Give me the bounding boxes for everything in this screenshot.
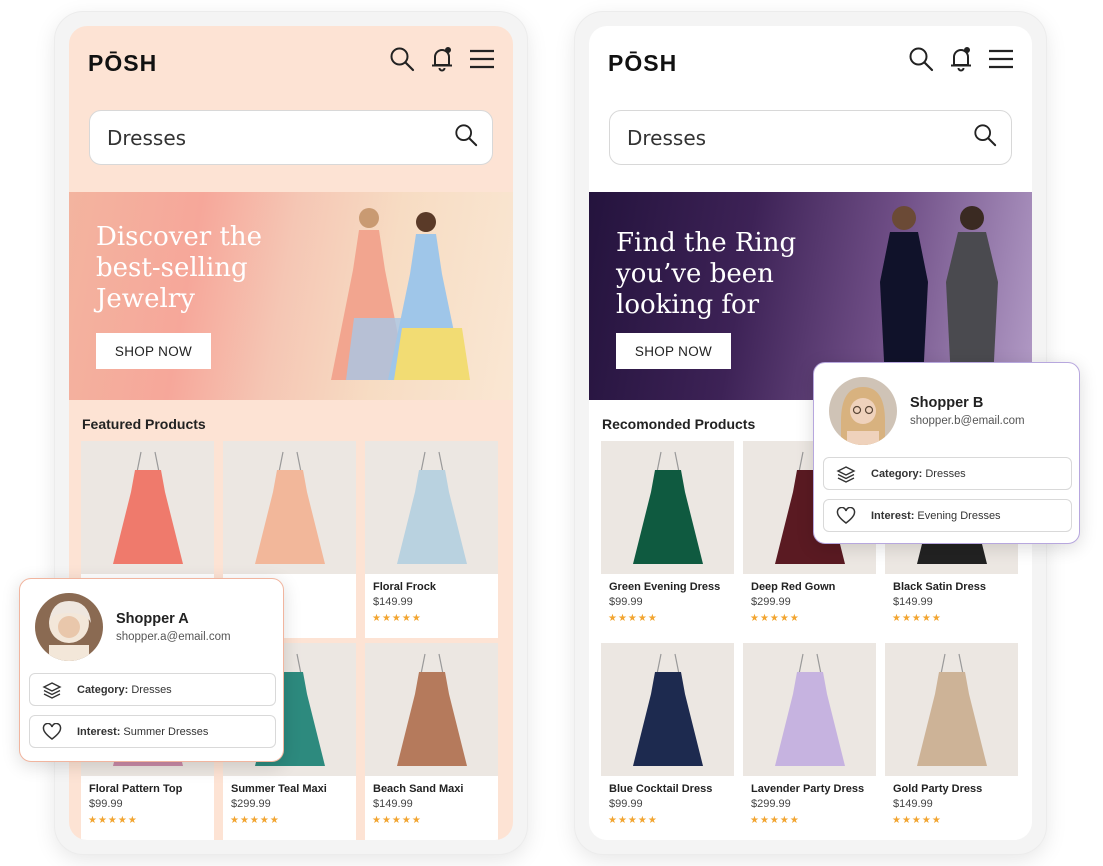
layers-icon <box>836 464 856 484</box>
category-tag: Category: Dresses <box>823 457 1072 490</box>
rating-stars: ★★★★★ <box>892 613 942 624</box>
section-title: Featured Products <box>82 416 206 432</box>
category-value: Dresses <box>925 467 966 480</box>
hero-models-image <box>331 208 470 380</box>
shop-now-button[interactable]: SHOP NOW <box>616 333 731 369</box>
product-price: $149.99 <box>893 798 933 810</box>
search-bar[interactable]: Dresses <box>609 110 1012 165</box>
avatar <box>829 377 897 445</box>
heart-icon <box>836 506 856 526</box>
product-image[interactable] <box>223 441 356 574</box>
product-price: $149.99 <box>893 596 933 608</box>
product-name[interactable]: Deep Red Gown <box>751 581 835 593</box>
product-image[interactable] <box>885 643 1018 776</box>
product-price: $299.99 <box>231 798 271 810</box>
product-price: $99.99 <box>609 596 643 608</box>
interest-value: Evening Dresses <box>917 509 1001 522</box>
interest-value: Summer Dresses <box>123 725 209 738</box>
shopper-name: Shopper B <box>910 395 984 411</box>
product-card[interactable]: Beach Sand Maxi $149.99 ★★★★★ <box>365 643 498 840</box>
product-price: $99.99 <box>89 798 123 810</box>
product-image[interactable] <box>601 441 734 574</box>
rating-stars: ★★★★★ <box>750 815 800 826</box>
product-name[interactable]: Floral Frock <box>373 581 436 593</box>
product-card[interactable]: Floral Frock $149.99 ★★★★★ <box>365 441 498 638</box>
product-name[interactable]: Summer Teal Maxi <box>231 783 327 795</box>
product-card[interactable]: Green Evening Dress $99.99 ★★★★★ <box>601 441 734 638</box>
shopper-email: shopper.a@email.com <box>116 631 231 643</box>
product-name[interactable]: Beach Sand Maxi <box>373 783 463 795</box>
product-name[interactable]: Lavender Party Dress <box>751 783 864 795</box>
interest-tag: Interest: Evening Dresses <box>823 499 1072 532</box>
menu-icon[interactable] <box>988 46 1014 72</box>
search-bar[interactable]: Dresses <box>89 110 493 165</box>
product-image[interactable] <box>743 643 876 776</box>
shopper-name: Shopper A <box>116 611 189 627</box>
rating-stars: ★★★★★ <box>892 815 942 826</box>
shopper-profile-card: Shopper B shopper.b@email.com Category: … <box>813 362 1080 544</box>
brand-logo[interactable]: PŌSH <box>608 50 677 77</box>
shopper-email: shopper.b@email.com <box>910 415 1025 427</box>
shop-now-button[interactable]: SHOP NOW <box>96 333 211 369</box>
avatar <box>35 593 103 661</box>
heart-icon <box>42 722 62 742</box>
layers-icon <box>42 680 62 700</box>
hero-banner: Discover the best-selling Jewelry SHOP N… <box>69 192 513 400</box>
product-name[interactable]: Floral Pattern Top <box>89 783 182 795</box>
section-title: Recomonded Products <box>602 416 756 432</box>
product-name[interactable]: Green Evening Dress <box>609 581 720 593</box>
hero-title: Discover the best-selling Jewelry <box>96 222 263 314</box>
header-actions <box>389 46 495 72</box>
product-image[interactable] <box>81 441 214 574</box>
rating-stars: ★★★★★ <box>372 613 422 624</box>
product-name[interactable]: Gold Party Dress <box>893 783 982 795</box>
rating-stars: ★★★★★ <box>750 613 800 624</box>
product-image[interactable] <box>365 441 498 574</box>
shopper-profile-card: Shopper A shopper.a@email.com Category: … <box>19 578 284 762</box>
header-actions <box>908 46 1014 72</box>
search-input[interactable]: Dresses <box>107 126 454 150</box>
rating-stars: ★★★★★ <box>608 613 658 624</box>
rating-stars: ★★★★★ <box>88 815 138 826</box>
product-price: $299.99 <box>751 798 791 810</box>
product-price: $299.99 <box>751 596 791 608</box>
interest-tag: Interest: Summer Dresses <box>29 715 276 748</box>
product-price: $149.99 <box>373 798 413 810</box>
product-card[interactable]: Blue Cocktail Dress $99.99 ★★★★★ <box>601 643 734 840</box>
search-icon[interactable] <box>973 123 997 152</box>
product-price: $149.99 <box>373 596 413 608</box>
product-name[interactable]: Blue Cocktail Dress <box>609 783 712 795</box>
rating-stars: ★★★★★ <box>230 815 280 826</box>
search-icon[interactable] <box>454 123 478 152</box>
bell-icon[interactable] <box>948 46 974 72</box>
bell-icon[interactable] <box>429 46 455 72</box>
brand-logo[interactable]: PŌSH <box>88 50 157 77</box>
hero-title: Find the Ring you’ve been looking for <box>616 228 797 320</box>
category-value: Dresses <box>131 683 172 696</box>
product-image[interactable] <box>365 643 498 776</box>
search-icon[interactable] <box>908 46 934 72</box>
category-tag: Category: Dresses <box>29 673 276 706</box>
menu-icon[interactable] <box>469 46 495 72</box>
search-input[interactable]: Dresses <box>627 126 973 150</box>
interest-label: Interest: <box>871 509 915 522</box>
search-icon[interactable] <box>389 46 415 72</box>
product-name[interactable]: Black Satin Dress <box>893 581 986 593</box>
category-label: Category: <box>77 683 129 696</box>
rating-stars: ★★★★★ <box>608 815 658 826</box>
product-image[interactable] <box>601 643 734 776</box>
product-card[interactable]: Lavender Party Dress $299.99 ★★★★★ <box>743 643 876 840</box>
product-card[interactable]: Gold Party Dress $149.99 ★★★★★ <box>885 643 1018 840</box>
category-label: Category: <box>871 467 923 480</box>
product-price: $99.99 <box>609 798 643 810</box>
interest-label: Interest: <box>77 725 121 738</box>
rating-stars: ★★★★★ <box>372 815 422 826</box>
